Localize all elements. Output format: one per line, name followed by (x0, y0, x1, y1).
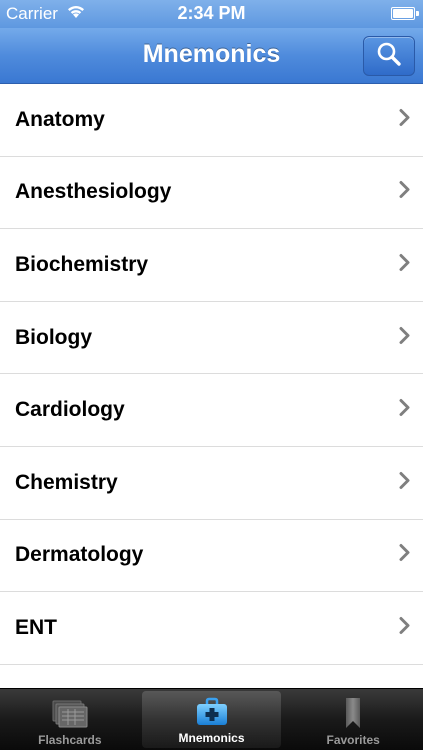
flashcards-icon (51, 697, 89, 729)
list-item-chemistry[interactable]: Chemistry (0, 447, 423, 520)
tab-bar: Flashcards Mnemonics Favorites (0, 688, 423, 750)
chevron-right-icon (399, 181, 411, 204)
battery-icon (391, 7, 419, 20)
search-icon (375, 40, 403, 73)
list-item-anesthesiology[interactable]: Anesthesiology (0, 157, 423, 230)
list-item-biochemistry[interactable]: Biochemistry (0, 229, 423, 302)
navigation-bar: Mnemonics (0, 28, 423, 84)
list-item-label: Biochemistry (15, 252, 149, 276)
chevron-right-icon (399, 471, 411, 494)
chevron-right-icon (399, 616, 411, 639)
chevron-right-icon (399, 544, 411, 567)
category-list: Anatomy Anesthesiology Biochemistry Biol… (0, 84, 423, 688)
status-bar: Carrier 2:34 PM (0, 0, 423, 28)
tab-label: Flashcards (38, 733, 102, 747)
list-item-label: Biology (15, 325, 92, 349)
tab-flashcards[interactable]: Flashcards (0, 689, 140, 750)
list-item-cardiology[interactable]: Cardiology (0, 374, 423, 447)
list-item-label: Dermatology (15, 543, 144, 567)
list-item-label: Chemistry (15, 470, 118, 494)
list-item-label: Anesthesiology (15, 180, 172, 204)
chevron-right-icon (399, 399, 411, 422)
medical-kit-icon (195, 695, 229, 727)
list-item-biology[interactable]: Biology (0, 302, 423, 375)
search-button[interactable] (363, 36, 415, 76)
list-item-ent[interactable]: ENT (0, 592, 423, 665)
list-item-label: Anatomy (15, 107, 105, 131)
list-item-dermatology[interactable]: Dermatology (0, 520, 423, 593)
list-item-label: ENT (15, 615, 57, 639)
tab-favorites[interactable]: Favorites (283, 689, 423, 750)
page-title: Mnemonics (142, 40, 281, 68)
status-time: 2:34 PM (177, 3, 246, 23)
tab-mnemonics[interactable]: Mnemonics (141, 691, 282, 748)
tab-label: Mnemonics (178, 731, 245, 745)
chevron-right-icon (399, 326, 411, 349)
chevron-right-icon (399, 253, 411, 276)
list-item-anatomy[interactable]: Anatomy (0, 84, 423, 157)
list-item-label: Cardiology (15, 398, 125, 422)
chevron-right-icon (399, 108, 411, 131)
tab-label: Favorites (326, 733, 380, 747)
bookmark-icon (344, 697, 362, 729)
